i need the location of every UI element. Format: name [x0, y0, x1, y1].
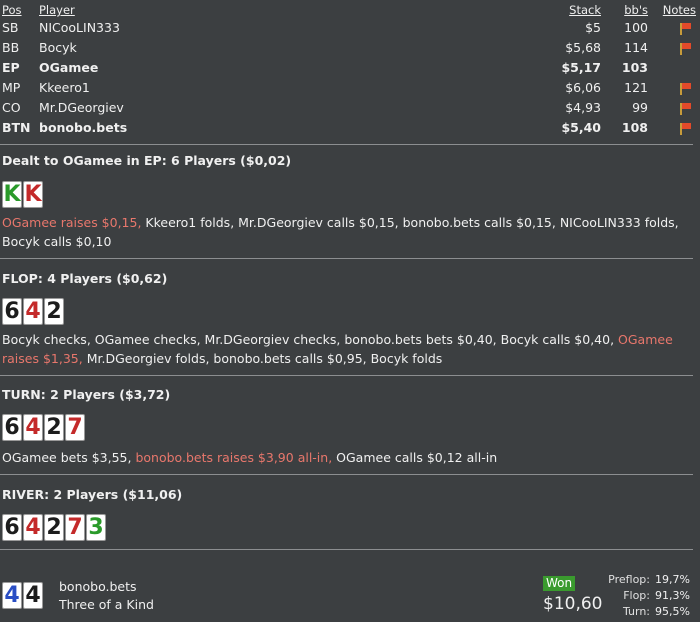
card-club: K [2, 181, 22, 208]
flop-actions: Bocyk checks, OGamee checks, Mr.DGeorgie… [2, 330, 687, 368]
player-bb: 100 [624, 20, 648, 35]
player-row[interactable]: BTN bonobo.bets $5,40 108 [0, 118, 700, 138]
player-bb: 121 [624, 80, 648, 95]
turn-board: 6427 [2, 414, 86, 441]
equity-value: 19,7% [655, 573, 690, 586]
river-heading: RIVER: 2 Players ($11,06) [2, 487, 183, 502]
divider [0, 144, 693, 145]
player-row[interactable]: BB Bocyk $5,68 114 [0, 38, 700, 58]
preflop-actions: OGamee raises $0,15, Kkeero1 folds, Mr.D… [2, 213, 687, 251]
header-notes[interactable]: Notes [663, 2, 696, 18]
equity-label: Turn: [622, 605, 650, 618]
player-stack: $5 [585, 20, 601, 35]
equity-flop: Flop: 91,3% [623, 589, 690, 602]
card-heart: 7 [65, 514, 85, 541]
player-stack: $6,06 [565, 80, 601, 95]
player-bb: 103 [621, 60, 648, 75]
player-position: EP [2, 60, 20, 75]
player-row[interactable]: EP OGamee $5,17 103 [0, 58, 700, 78]
flag-icon[interactable] [680, 123, 692, 135]
flag-icon[interactable] [680, 23, 692, 35]
card-heart: 4 [23, 298, 43, 325]
equity-preflop: Preflop: 19,7% [608, 573, 690, 586]
won-amount: $10,60 [543, 594, 603, 614]
card-spade: 6 [2, 414, 22, 441]
preflop-heading: Dealt to OGamee in EP: 6 Players ($0,02) [2, 153, 292, 168]
card-spade: 6 [2, 514, 22, 541]
player-name[interactable]: bonobo.bets [39, 118, 127, 138]
card-spade: 6 [2, 298, 22, 325]
flop-heading: FLOP: 4 Players ($0,62) [2, 271, 168, 286]
player-bb: 108 [621, 120, 648, 135]
card-spade: 2 [44, 514, 64, 541]
divider [0, 549, 693, 550]
equity-label: Flop: [623, 589, 650, 602]
header-pos[interactable]: Pos [2, 2, 22, 18]
equity-label: Preflop: [608, 573, 650, 586]
header-stack[interactable]: Stack [569, 2, 601, 18]
card-spade: 2 [44, 298, 64, 325]
card-heart: 4 [23, 514, 43, 541]
player-position: CO [2, 100, 21, 115]
card-diamond: 4 [2, 582, 22, 609]
turn-action-text-2: OGamee calls $0,12 all-in [332, 450, 498, 465]
card-heart: 7 [65, 414, 85, 441]
player-bb: 114 [624, 40, 648, 55]
player-stack: $5,68 [565, 40, 601, 55]
players-table: Pos Player Stack bb's Notes SB NICooLIN33… [0, 2, 700, 138]
player-row[interactable]: MP Kkeero1 $6,06 121 [0, 78, 700, 98]
flag-icon[interactable] [680, 43, 692, 55]
player-name[interactable]: Kkeero1 [39, 78, 90, 98]
player-name[interactable]: OGamee [39, 58, 98, 78]
player-position: MP [2, 80, 21, 95]
divider [0, 474, 693, 475]
winner-cards: 44 [2, 582, 44, 609]
card-spade: 4 [23, 582, 43, 609]
equity-value: 91,3% [655, 589, 690, 602]
river-board: 64273 [2, 514, 107, 541]
card-heart: K [23, 181, 43, 208]
player-name[interactable]: NICooLIN333 [39, 18, 120, 38]
flag-icon[interactable] [680, 83, 692, 95]
player-bb: 99 [632, 100, 648, 115]
player-position: SB [2, 20, 19, 35]
card-club: 3 [86, 514, 106, 541]
player-position: BTN [2, 120, 31, 135]
preflop-action-highlight: OGamee raises $0,15, [2, 215, 142, 230]
flop-action-text: Bocyk checks, OGamee checks, Mr.DGeorgie… [2, 332, 619, 347]
card-heart: 4 [23, 414, 43, 441]
player-position: BB [2, 40, 20, 55]
flag-icon[interactable] [680, 103, 692, 115]
winner-name: bonobo.bets [59, 579, 137, 594]
player-stack: $5,17 [561, 60, 601, 75]
players-header-row: Pos Player Stack bb's Notes [0, 2, 700, 18]
hole-cards: KK [2, 181, 44, 208]
turn-action-text: OGamee bets $3,55, [2, 450, 136, 465]
player-row[interactable]: SB NICooLIN333 $5 100 [0, 18, 700, 38]
player-name[interactable]: Mr.DGeorgiev [39, 98, 124, 118]
equity-value: 95,5% [655, 605, 690, 618]
winner-hand: Three of a Kind [59, 597, 154, 612]
turn-action-highlight: bonobo.bets raises $3,90 all-in, [135, 450, 333, 465]
divider [0, 375, 693, 376]
player-stack: $4,93 [565, 100, 601, 115]
player-row[interactable]: CO Mr.DGeorgiev $4,93 99 [0, 98, 700, 118]
turn-heading: TURN: 2 Players ($3,72) [2, 387, 171, 402]
player-name[interactable]: Bocyk [39, 38, 77, 58]
equity-turn: Turn: 95,5% [623, 605, 690, 618]
player-stack: $5,40 [561, 120, 601, 135]
won-badge: Won [543, 576, 576, 591]
header-player[interactable]: Player [39, 2, 75, 18]
divider [0, 258, 693, 259]
flop-board: 642 [2, 298, 65, 325]
turn-actions: OGamee bets $3,55, bonobo.bets raises $3… [2, 448, 687, 467]
flop-action-text-2: Mr.DGeorgiev folds, bonobo.bets calls $0… [82, 351, 443, 366]
card-spade: 2 [44, 414, 64, 441]
header-bb[interactable]: bb's [624, 2, 648, 18]
